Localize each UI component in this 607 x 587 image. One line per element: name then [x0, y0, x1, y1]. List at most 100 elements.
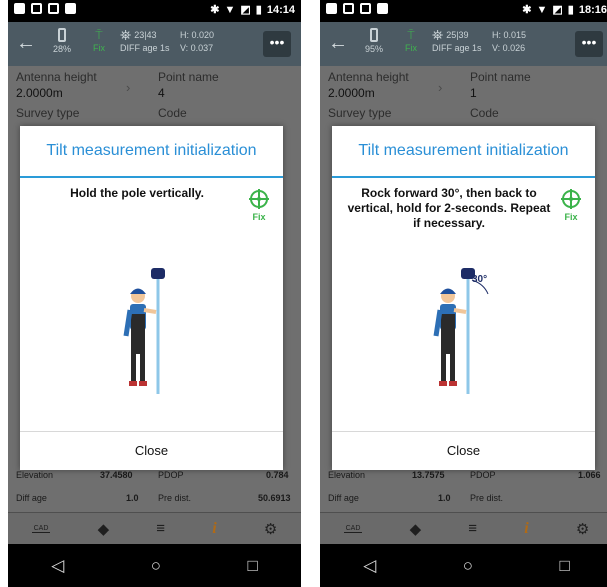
settings-gear-icon[interactable]: ⚙: [576, 520, 589, 538]
diff-age-field-label: Diff age: [16, 493, 47, 503]
top-toolbar: ← 95% ⍑ Fix ⛯ 25|39 DIFF age 1s H: 0.015 …: [320, 22, 607, 66]
diff-age-label: DIFF age 1s: [432, 43, 482, 53]
battery-percent: 95%: [364, 44, 383, 54]
wifi-icon: ▼: [536, 3, 548, 16]
angle-label: 30°: [472, 274, 487, 285]
dialog-title: Tilt measurement initialization: [46, 142, 257, 159]
point-name-label: Point name: [158, 70, 219, 84]
settings-gear-icon[interactable]: ⚙: [264, 520, 277, 538]
antenna-height-label: Antenna height: [16, 70, 97, 84]
system-nav-bar: ◁ ○ □: [320, 544, 607, 587]
layers-icon[interactable]: ◆: [98, 520, 110, 538]
battery-icon: [58, 28, 66, 42]
more-menu-button[interactable]: •••: [263, 31, 291, 57]
pdop-value: 0.784: [266, 470, 289, 480]
solution-label: Fix: [405, 43, 417, 53]
antenna-icon: ⍑: [407, 28, 415, 42]
bottom-nav: CAD ◆ ≡ i ⚙: [320, 512, 607, 544]
point-name-label: Point name: [470, 70, 531, 84]
more-menu-button[interactable]: •••: [575, 31, 603, 57]
pdop-value: 1.066: [578, 470, 601, 480]
notification-icon: [377, 3, 388, 14]
home-circle-icon[interactable]: ○: [151, 556, 161, 576]
survey-type-label: Survey type: [328, 106, 392, 120]
code-label: Code: [158, 106, 187, 120]
cad-button[interactable]: CAD: [31, 525, 51, 533]
battery-percent: 28%: [52, 44, 71, 54]
fix-label: Fix: [252, 212, 266, 222]
fix-indicator: Fix: [247, 188, 271, 222]
crosshair-icon: [249, 189, 269, 209]
phone-screen-left: ✱ ▼ ◩ ▮ 14:14 ← 28% ⍑ Fix ⛯ 23|43 DIFF ag…: [8, 0, 301, 587]
elevation-value: 13.7575: [412, 470, 445, 480]
info-button[interactable]: i: [212, 520, 216, 538]
info-button[interactable]: i: [524, 520, 528, 538]
solution-status: ⍑ Fix: [396, 28, 426, 53]
title-divider: [20, 176, 283, 178]
satellite-info: ⛯ 23|43 DIFF age 1s: [120, 28, 170, 55]
h-precision: H: 0.015: [492, 30, 527, 40]
pre-dist-label: Pre dist.: [158, 493, 192, 503]
signal-icon: ◩: [552, 4, 563, 16]
status-bar: ✱ ▼ ◩ ▮ 14:14: [8, 0, 301, 22]
image-icon: [48, 3, 59, 14]
point-name-value[interactable]: 1: [470, 86, 477, 100]
tilt-init-dialog: Tilt measurement initialization Rock for…: [332, 126, 595, 470]
satellite-count: 25|39: [446, 30, 469, 40]
recents-square-icon[interactable]: □: [559, 556, 569, 576]
surveyor-tilt-illustration: 30°: [433, 268, 489, 394]
dialog-message: Hold the pole vertically.: [70, 186, 204, 200]
status-time: 18:16: [578, 3, 607, 16]
menu-icon[interactable]: ≡: [468, 520, 477, 537]
code-label: Code: [470, 106, 499, 120]
phone-screen-right: ✱ ▼ ◩ ▮ 18:16 ← 95% ⍑ Fix ⛯ 25|39 DIFF ag…: [320, 0, 607, 587]
antenna-height-value[interactable]: 2.0000m: [16, 86, 63, 100]
title-divider: [332, 176, 595, 178]
fix-indicator: Fix: [559, 188, 583, 222]
v-precision: V: 0.037: [180, 43, 214, 53]
survey-type-label: Survey type: [16, 106, 80, 120]
satellite-count: 23|43: [134, 30, 157, 40]
precision-info: H: 0.015 V: 0.026: [492, 29, 526, 55]
antenna-height-label: Antenna height: [328, 70, 409, 84]
app-icon: [31, 3, 42, 14]
diff-age-value: 1.0: [126, 493, 139, 503]
pre-dist-value: 50.6913: [258, 493, 291, 503]
bottom-nav: CAD ◆ ≡ i ⚙: [8, 512, 301, 544]
settings-icon: [326, 3, 337, 14]
bluetooth-icon: ✱: [522, 4, 532, 16]
v-precision: V: 0.026: [492, 43, 526, 53]
precision-info: H: 0.020 V: 0.037: [180, 29, 214, 55]
solution-label: Fix: [93, 43, 105, 53]
back-arrow-icon[interactable]: ←: [328, 32, 348, 55]
recents-square-icon[interactable]: □: [247, 556, 257, 576]
signal-icon: ◩: [240, 4, 251, 16]
home-circle-icon[interactable]: ○: [463, 556, 473, 576]
elevation-value: 37.4580: [100, 470, 133, 480]
settings-icon: [14, 3, 25, 14]
diff-age-label: DIFF age 1s: [120, 43, 170, 53]
back-triangle-icon[interactable]: ◁: [363, 556, 376, 576]
notification-icon: [65, 3, 76, 14]
diff-age-value: 1.0: [438, 493, 451, 503]
dialog-message: Rock forward 30°, then back to vertical,…: [347, 186, 551, 230]
close-button[interactable]: Close: [20, 431, 283, 470]
chevron-right-icon: ›: [126, 80, 131, 95]
back-triangle-icon[interactable]: ◁: [51, 556, 64, 576]
antenna-height-value[interactable]: 2.0000m: [328, 86, 375, 100]
tilt-init-dialog: Tilt measurement initialization Hold the…: [20, 126, 283, 470]
pdop-label: PDOP: [158, 470, 184, 480]
antenna-icon: ⍑: [95, 28, 103, 42]
dialog-title: Tilt measurement initialization: [358, 142, 569, 159]
cad-button[interactable]: CAD: [343, 525, 363, 533]
layers-icon[interactable]: ◆: [410, 520, 422, 538]
menu-icon[interactable]: ≡: [156, 520, 165, 537]
elevation-label: Elevation: [328, 470, 366, 480]
receiver-battery: 95%: [358, 28, 390, 54]
wifi-icon: ▼: [224, 3, 236, 16]
back-arrow-icon[interactable]: ←: [16, 32, 36, 55]
close-button[interactable]: Close: [332, 431, 595, 470]
battery-icon: ▮: [255, 4, 262, 16]
pdop-label: PDOP: [470, 470, 496, 480]
point-name-value[interactable]: 4: [158, 86, 165, 100]
